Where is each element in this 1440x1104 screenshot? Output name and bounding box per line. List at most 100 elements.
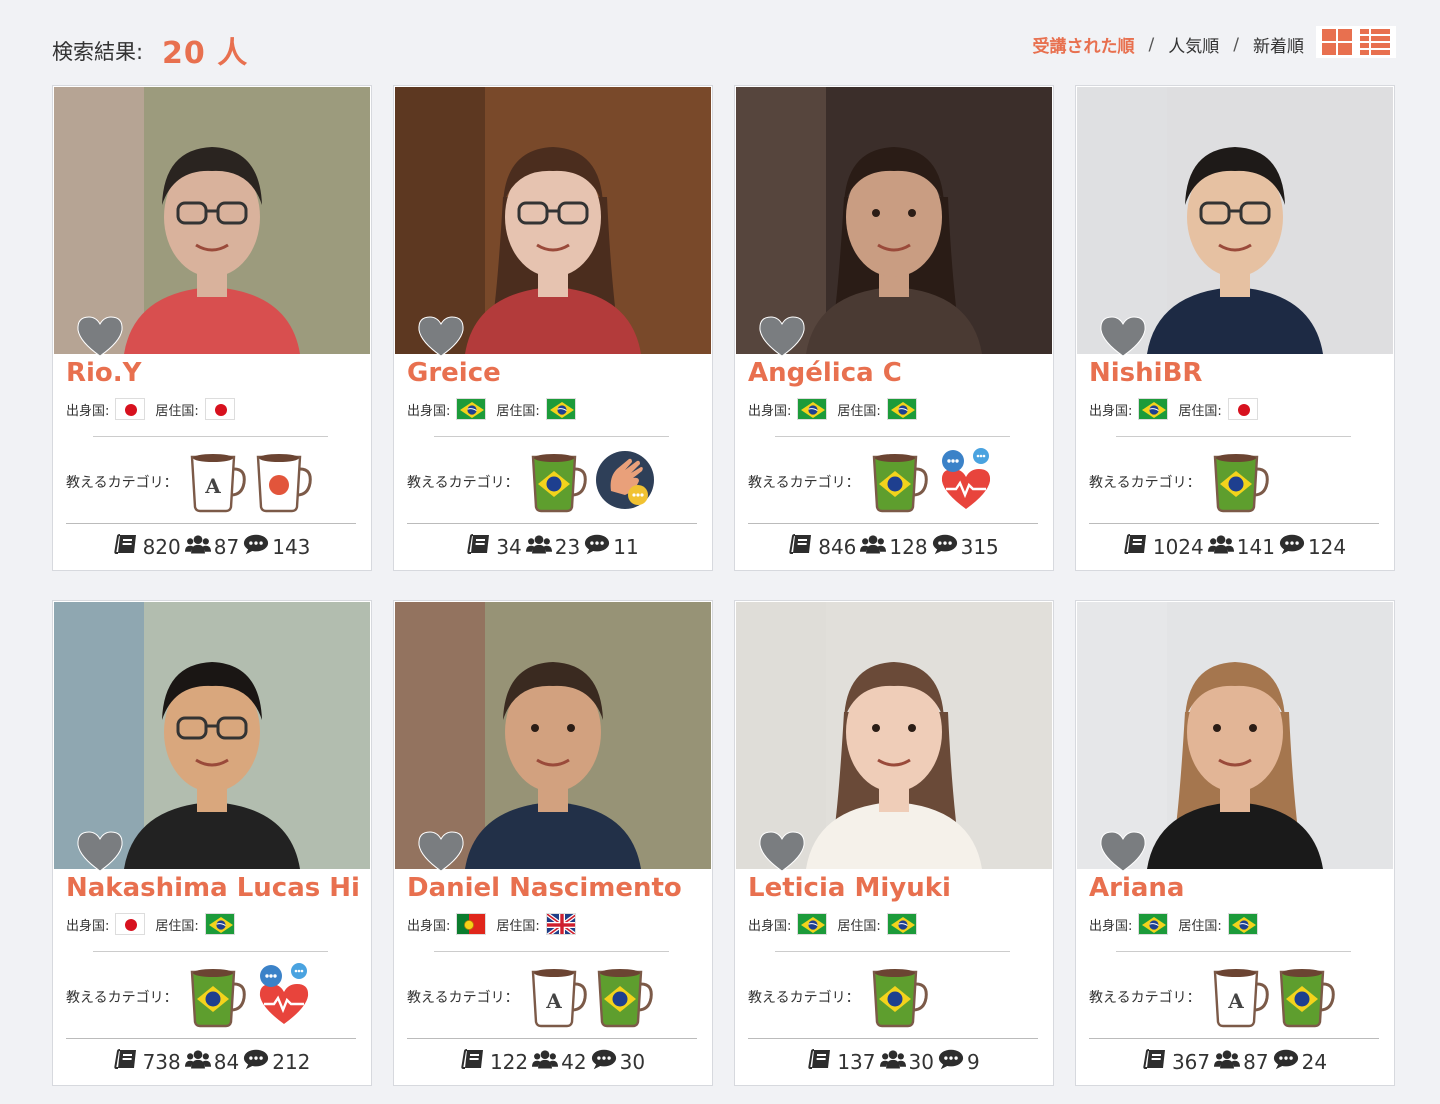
teacher-card[interactable]: Angélica C 出身国: 居住国: 教えるカテゴリ： 846 128 315 (734, 85, 1054, 571)
categories-label: 教えるカテゴリ： (66, 990, 178, 1006)
students-icon (1214, 1047, 1241, 1076)
students-icon (860, 532, 887, 561)
category-portuguese-mug (870, 962, 936, 1032)
divider (407, 1038, 697, 1039)
sort-by-popularity[interactable]: 人気順 (1168, 32, 1219, 57)
view-toggle (1316, 26, 1396, 58)
book-icon (113, 1047, 140, 1076)
teacher-name[interactable]: Nakashima Lucas Hi (66, 873, 360, 903)
country-info: 出身国: 居住国: (407, 398, 586, 420)
chat-bubble-icon (938, 1047, 964, 1076)
teacher-stats: 34 23 11 (394, 532, 712, 561)
teaching-categories: 教えるカテゴリ： A (1089, 964, 1343, 1030)
origin-label: 出身国: (1089, 918, 1133, 934)
book-icon (467, 532, 493, 561)
divider (434, 951, 669, 952)
teacher-name[interactable]: Ariana (1089, 873, 1184, 903)
origin-flag-icon (1138, 913, 1169, 935)
result-label: 検索結果: (52, 40, 144, 64)
teacher-stats: 1024 141 124 (1076, 532, 1394, 561)
review-count: 11 (613, 534, 639, 559)
review-count: 9 (966, 1049, 980, 1074)
teacher-card[interactable]: Leticia Miyuki 出身国: 居住国: 教えるカテゴリ： 137 30 9 (734, 600, 1054, 1086)
teacher-name[interactable]: NishiBR (1089, 358, 1202, 388)
chat-bubble-icon (1273, 1047, 1299, 1076)
divider (1089, 1038, 1379, 1039)
teacher-card[interactable]: Rio.Y 出身国: 居住国: 教えるカテゴリ： A 820 87 143 (52, 85, 372, 571)
review-count: 315 (960, 534, 999, 559)
origin-flag-icon (1138, 398, 1169, 420)
country-info: 出身国: 居住国: (1089, 398, 1268, 420)
teacher-card[interactable]: Daniel Nascimento 出身国: 居住国: 教えるカテゴリ： A 122 42 3… (393, 600, 713, 1086)
book-icon (1143, 1047, 1169, 1076)
category-english-mug: A (188, 447, 254, 517)
svg-text:A: A (204, 474, 221, 498)
country-info: 出身国: 居住国: (66, 913, 245, 935)
sort-separator: / (1233, 34, 1239, 55)
divider (93, 436, 328, 437)
category-japanese-mug (254, 447, 320, 517)
result-count: 20 人 (162, 36, 249, 71)
origin-label: 出身国: (66, 918, 110, 934)
teacher-card[interactable]: Nakashima Lucas Hi 出身国: 居住国: 教えるカテゴリ： 738 84 2… (52, 600, 372, 1086)
teacher-grid: Rio.Y 出身国: 居住国: 教えるカテゴリ： A 820 87 143 Greice 出身国:… (52, 85, 1395, 1086)
lesson-count: 738 (142, 1049, 181, 1074)
teaching-categories: 教えるカテゴリ： A (407, 964, 661, 1030)
teacher-name[interactable]: Angélica C (748, 358, 902, 388)
divider (66, 1038, 356, 1039)
country-info: 出身国: 居住国: (407, 913, 586, 935)
teacher-stats: 367 87 24 (1076, 1047, 1394, 1076)
chat-bubble-icon (591, 1047, 617, 1076)
teacher-stats: 122 42 30 (394, 1047, 712, 1076)
teacher-name[interactable]: Rio.Y (66, 358, 142, 388)
grid-view-icon[interactable] (1322, 29, 1352, 55)
category-heart-chat-icon (936, 447, 1002, 517)
origin-label: 出身国: (748, 403, 792, 419)
book-icon (789, 532, 815, 561)
lesson-count: 846 (818, 534, 857, 559)
teacher-name[interactable]: Leticia Miyuki (748, 873, 951, 903)
category-portuguese-mug (1277, 962, 1343, 1032)
students-icon (532, 1047, 559, 1076)
origin-label: 出身国: (1089, 403, 1133, 419)
residence-label: 居住国: (1178, 403, 1222, 419)
divider (434, 436, 669, 437)
teaching-categories: 教えるカテゴリ： (748, 447, 1002, 517)
students-icon (879, 1047, 906, 1076)
student-count: 30 (908, 1049, 934, 1074)
categories-label: 教えるカテゴリ： (748, 475, 860, 491)
teacher-name[interactable]: Daniel Nascimento (407, 873, 682, 903)
divider (748, 1038, 1038, 1039)
origin-flag-icon (456, 913, 487, 935)
divider (66, 523, 356, 524)
divider (775, 951, 1010, 952)
category-portuguese-mug (188, 962, 254, 1032)
teacher-name[interactable]: Greice (407, 358, 501, 388)
students-icon (525, 532, 552, 561)
teacher-card[interactable]: Ariana 出身国: 居住国: 教えるカテゴリ： A 367 87 24 (1075, 600, 1395, 1086)
students-icon (184, 532, 211, 561)
teacher-card[interactable]: NishiBR 出身国: 居住国: 教えるカテゴリ： 1024 141 124 (1075, 85, 1395, 571)
category-portuguese-mug (595, 962, 661, 1032)
list-view-icon[interactable] (1360, 29, 1390, 55)
country-info: 出身国: 居住国: (748, 913, 927, 935)
sort-options: 受講された順 / 人気順 / 新着順 (1033, 32, 1304, 58)
category-portuguese-mug (1211, 447, 1277, 517)
origin-label: 出身国: (66, 403, 110, 419)
svg-text:A: A (545, 989, 562, 1013)
sort-by-newest[interactable]: 新着順 (1253, 32, 1304, 57)
sort-by-lessons[interactable]: 受講された順 (1033, 32, 1135, 57)
lesson-count: 34 (496, 534, 522, 559)
residence-label: 居住国: (496, 918, 540, 934)
category-portuguese-mug (529, 447, 595, 517)
teacher-card[interactable]: Greice 出身国: 居住国: 教えるカテゴリ： 34 23 11 (393, 85, 713, 571)
review-count: 124 (1307, 534, 1347, 559)
book-icon (113, 532, 140, 561)
origin-label: 出身国: (748, 918, 792, 934)
category-english-mug: A (1211, 962, 1277, 1032)
book-icon (808, 1047, 834, 1076)
residence-label: 居住国: (496, 403, 540, 419)
categories-label: 教えるカテゴリ： (66, 475, 178, 491)
origin-flag-icon (797, 398, 828, 420)
categories-label: 教えるカテゴリ： (748, 990, 860, 1006)
